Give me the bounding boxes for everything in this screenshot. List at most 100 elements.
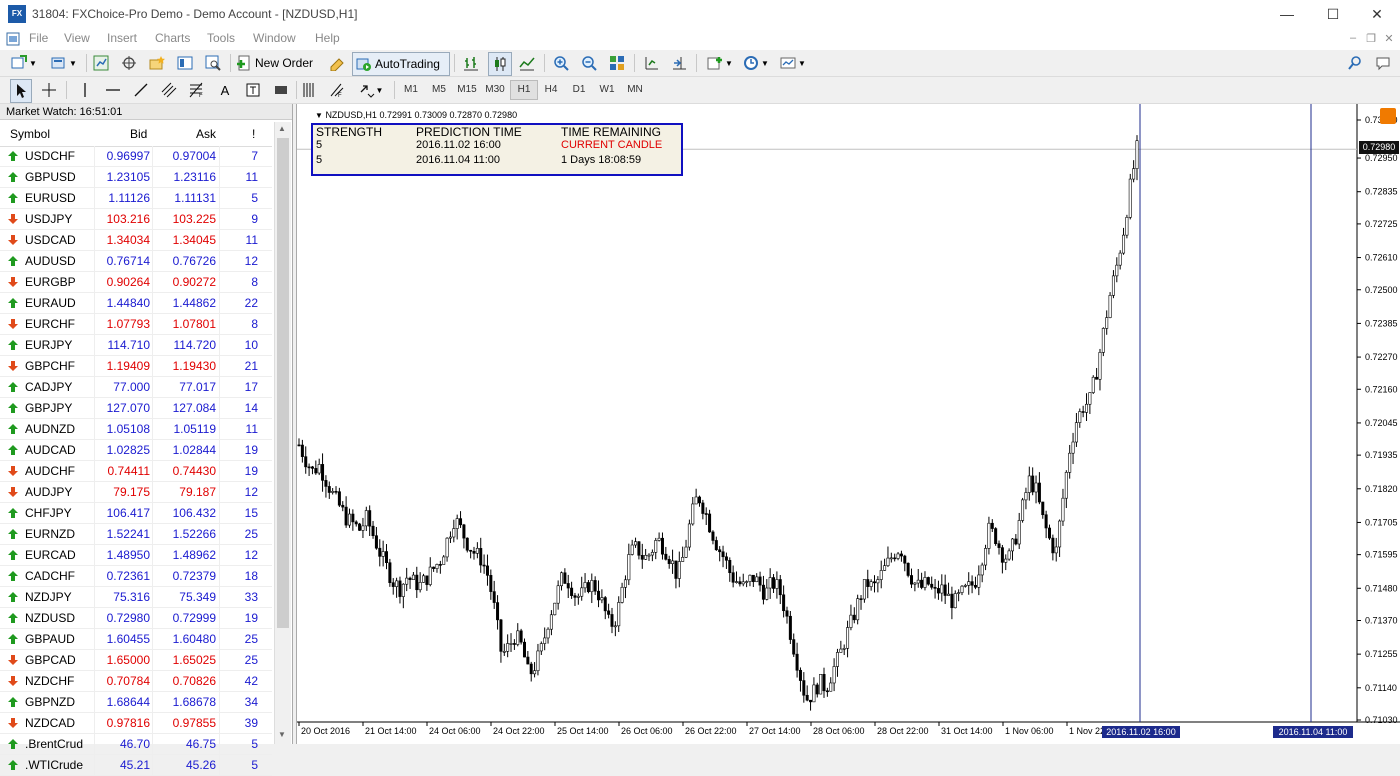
autotrading-button[interactable]: AutoTrading (352, 52, 450, 76)
market-watch-row[interactable]: USDCAD 1.34034 1.34045 11 (0, 230, 272, 251)
menu-insert[interactable]: Insert (107, 31, 137, 45)
market-watch-row[interactable]: GBPCHF 1.19409 1.19430 21 (0, 356, 272, 377)
zoom-out-button[interactable] (578, 52, 600, 74)
arrows-button[interactable]: ▼ (354, 79, 388, 101)
market-watch-row[interactable]: AUDUSD 0.76714 0.76726 12 (0, 251, 272, 272)
menu-tools[interactable]: Tools (207, 31, 235, 45)
market-watch-row[interactable]: USDJPY 103.216 103.225 9 (0, 209, 272, 230)
price-chart[interactable]: 0.730800.729500.728350.727250.726100.725… (297, 104, 1400, 744)
cursor-button[interactable] (10, 79, 32, 103)
indicators-button[interactable]: ▼ (702, 52, 738, 74)
col-bid[interactable]: Bid (130, 127, 147, 141)
vertical-line-button[interactable] (74, 79, 96, 101)
rectangle-button[interactable] (270, 79, 292, 101)
bar-chart-button[interactable] (460, 52, 482, 74)
market-watch-row[interactable]: GBPCAD 1.65000 1.65025 25 (0, 650, 272, 671)
market-watch-row[interactable]: EURGBP 0.90264 0.90272 8 (0, 272, 272, 293)
market-watch-button[interactable] (90, 52, 112, 74)
market-watch-row[interactable]: CADCHF 0.72361 0.72379 18 (0, 566, 272, 587)
market-watch-row[interactable]: CADJPY 77.000 77.017 17 (0, 377, 272, 398)
data-window-button[interactable] (118, 52, 140, 74)
market-watch-row[interactable]: EURUSD 1.11126 1.11131 5 (0, 188, 272, 209)
minimize-button[interactable]: — (1264, 0, 1310, 28)
market-watch-row[interactable]: GBPJPY 127.070 127.084 14 (0, 398, 272, 419)
market-watch-row[interactable]: AUDJPY 79.175 79.187 12 (0, 482, 272, 503)
periods-button[interactable]: ▼ (740, 52, 772, 74)
equidistant-channel-button[interactable] (158, 79, 180, 101)
scroll-up-icon[interactable]: ▲ (278, 124, 286, 133)
tf-m5[interactable]: M5 (426, 80, 452, 100)
new-order-button[interactable]: New Order (236, 52, 322, 74)
fibonacci-button[interactable]: F (186, 79, 208, 101)
menu-help[interactable]: Help (315, 31, 340, 45)
tf-m1[interactable]: M1 (398, 80, 424, 100)
tf-m30[interactable]: M30 (482, 80, 508, 100)
zoom-in-button[interactable] (550, 52, 572, 74)
market-watch-row[interactable]: NZDUSD 0.72980 0.72999 19 (0, 608, 272, 629)
tf-h1[interactable]: H1 (510, 80, 538, 100)
col-symbol[interactable]: Symbol (10, 127, 50, 141)
menu-window[interactable]: Window (253, 31, 296, 45)
market-watch-row[interactable]: NZDCAD 0.97816 0.97855 39 (0, 713, 272, 734)
metaeditor-button[interactable] (326, 52, 348, 74)
text-label-button[interactable] (242, 79, 264, 101)
market-watch-row[interactable]: AUDCHF 0.74411 0.74430 19 (0, 461, 272, 482)
trendline-button[interactable] (130, 79, 152, 101)
tf-d1[interactable]: D1 (566, 80, 592, 100)
col-spread[interactable]: ! (252, 127, 255, 141)
crosshair-button[interactable] (38, 79, 60, 101)
line-chart-button[interactable] (516, 52, 538, 74)
menu-view[interactable]: View (64, 31, 90, 45)
profiles-button[interactable]: ▼ (46, 52, 82, 74)
tf-m15[interactable]: M15 (454, 80, 480, 100)
market-watch-row[interactable]: USDCHF 0.96997 0.97004 7 (0, 146, 272, 167)
market-watch-row[interactable]: NZDCHF 0.70784 0.70826 42 (0, 671, 272, 692)
mdi-minimize-icon[interactable]: – (1344, 32, 1362, 44)
tf-h4[interactable]: H4 (538, 80, 564, 100)
market-watch-row[interactable]: EURAUD 1.44840 1.44862 22 (0, 293, 272, 314)
market-watch-row[interactable]: AUDNZD 1.05108 1.05119 11 (0, 419, 272, 440)
community-button[interactable] (1372, 52, 1394, 74)
tile-windows-button[interactable] (606, 52, 628, 74)
chart-shift-button[interactable] (640, 52, 662, 74)
strategy-tester-button[interactable] (202, 52, 224, 74)
gann-button[interactable] (298, 79, 320, 101)
menu-charts[interactable]: Charts (155, 31, 190, 45)
market-watch-row[interactable]: AUDCAD 1.02825 1.02844 19 (0, 440, 272, 461)
search-button[interactable] (1344, 52, 1366, 74)
document-icon[interactable] (6, 32, 20, 46)
market-watch-row[interactable]: .BrentCrud 46.70 46.75 5 (0, 734, 272, 755)
maximize-button[interactable]: ☐ (1310, 0, 1356, 28)
scrollbar-thumb[interactable] (277, 138, 289, 628)
market-watch-row[interactable]: CHFJPY 106.417 106.432 15 (0, 503, 272, 524)
market-watch-row[interactable]: .WTICrude 45.21 45.26 5 (0, 755, 272, 776)
market-watch-row[interactable]: EURCHF 1.07793 1.07801 8 (0, 314, 272, 335)
close-button[interactable]: ✕ (1354, 0, 1400, 28)
navigator-button[interactable] (146, 52, 168, 74)
lock-icon[interactable] (1380, 108, 1396, 124)
scroll-down-icon[interactable]: ▼ (278, 730, 286, 739)
market-watch-row[interactable]: EURNZD 1.52241 1.52266 25 (0, 524, 272, 545)
market-watch-row[interactable]: NZDJPY 75.316 75.349 33 (0, 587, 272, 608)
market-watch-scrollbar[interactable]: ▲ ▼ (274, 122, 291, 744)
horizontal-line-button[interactable] (102, 79, 124, 101)
mdi-close-icon[interactable]: ✕ (1380, 32, 1398, 45)
market-watch-row[interactable]: EURJPY 114.710 114.720 10 (0, 335, 272, 356)
market-watch-row[interactable]: GBPAUD 1.60455 1.60480 25 (0, 629, 272, 650)
col-ask[interactable]: Ask (196, 127, 216, 141)
new-chart-button[interactable]: ▼ (6, 52, 42, 74)
chart-window[interactable]: 0.730800.729500.728350.727250.726100.725… (296, 104, 1400, 744)
tf-w1[interactable]: W1 (594, 80, 620, 100)
tf-mn[interactable]: MN (622, 80, 648, 100)
candlestick-button[interactable] (488, 52, 512, 76)
text-tool-button[interactable]: A (214, 79, 236, 101)
market-watch-row[interactable]: GBPUSD 1.23105 1.23116 11 (0, 167, 272, 188)
auto-scroll-button[interactable] (668, 52, 690, 74)
market-watch-row[interactable]: EURCAD 1.48950 1.48962 12 (0, 545, 272, 566)
terminal-button[interactable] (174, 52, 196, 74)
mdi-restore-icon[interactable]: ❐ (1362, 32, 1380, 45)
pitchfork-button[interactable]: F (326, 79, 348, 101)
menu-file[interactable]: File (29, 31, 48, 45)
market-watch-row[interactable]: GBPNZD 1.68644 1.68678 34 (0, 692, 272, 713)
templates-button[interactable]: ▼ (776, 52, 810, 74)
